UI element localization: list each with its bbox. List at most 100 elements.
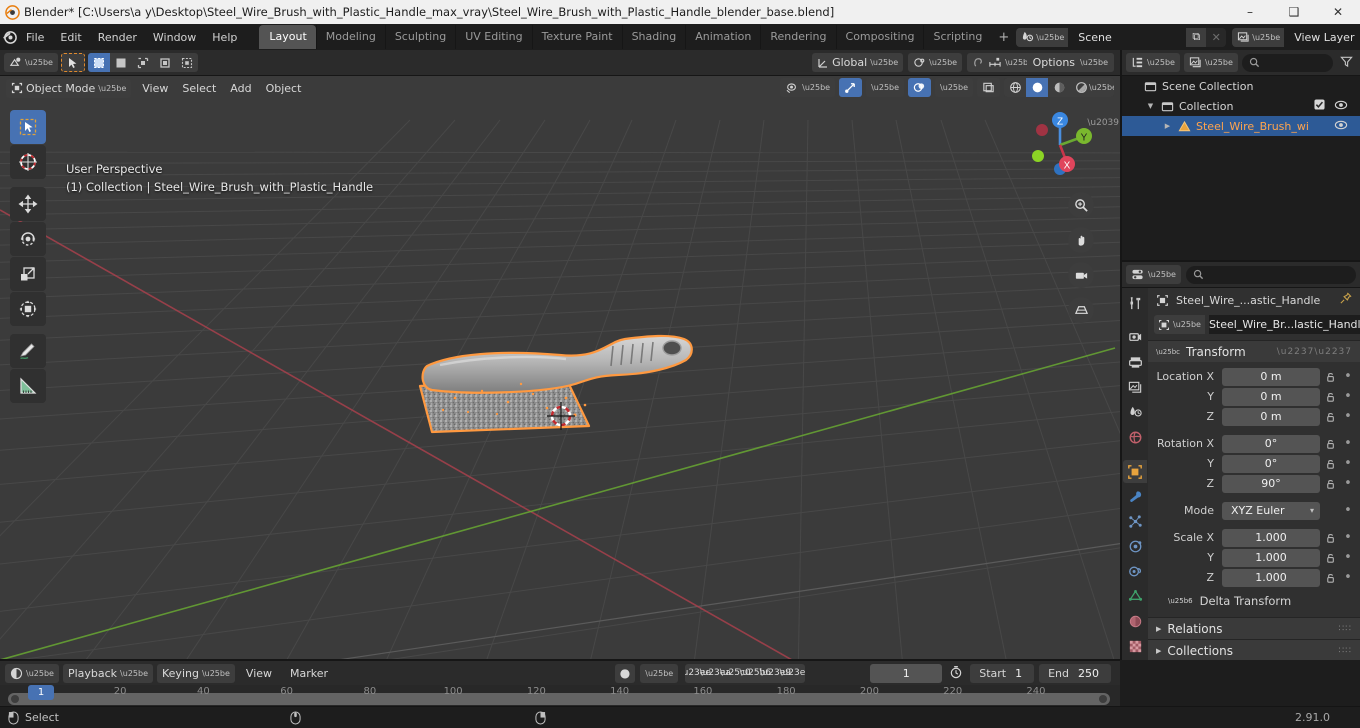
rotation-x-animate-dot[interactable]: •	[1342, 437, 1354, 450]
texture-tab[interactable]	[1123, 635, 1147, 658]
object-mode-selector[interactable]: Object Mode \u25be	[6, 78, 132, 98]
scene-name[interactable]: Scene	[1068, 27, 1187, 47]
select-difference-icon[interactable]	[175, 53, 198, 72]
menu-help[interactable]: Help	[204, 28, 245, 47]
delta-transform-subpanel[interactable]: \u25b6 Delta Transform	[1154, 588, 1354, 610]
3d-viewport[interactable]: \u25be Global \u25be \u25be \u25be Objec…	[0, 50, 1120, 660]
editor-divider-horizontal-left[interactable]	[0, 659, 1120, 661]
workspace-tab-rendering[interactable]: Rendering	[760, 25, 835, 49]
cursor-select-tool-button[interactable]	[60, 53, 85, 72]
properties-search-input[interactable]	[1185, 265, 1356, 284]
outliner-row-2[interactable]: ▶ Steel_Wire_Brush_wi	[1122, 116, 1360, 136]
tweak-select-tool[interactable]	[10, 110, 46, 144]
xray-toggle[interactable]	[977, 78, 1000, 97]
maximize-button[interactable]: ❑	[1272, 0, 1316, 24]
transform-orientation-button[interactable]: Global \u25be	[812, 53, 904, 72]
timeline-editor-type-button[interactable]: \u25be	[5, 663, 59, 683]
panel-drag-handle[interactable]: ∷∷	[1339, 646, 1352, 656]
blender-logo-icon[interactable]	[2, 29, 18, 45]
rotation-x-field[interactable]: 0°	[1222, 434, 1320, 453]
material-preview-icon[interactable]	[1048, 78, 1070, 97]
shading-dropdown[interactable]: \u25be	[1089, 78, 1114, 97]
gizmo-toggle[interactable]	[839, 78, 863, 97]
location-z-lock-icon[interactable]	[1324, 411, 1338, 423]
wireframe-shading-icon[interactable]	[1004, 78, 1026, 97]
transform-panel-expander[interactable]: \u25bc	[1156, 348, 1180, 356]
menu-window[interactable]: Window	[145, 28, 204, 47]
timeline-view-menu[interactable]: View	[239, 665, 279, 682]
object-id-icon[interactable]: \u25be	[1154, 315, 1205, 334]
overlays-toggle[interactable]	[908, 78, 932, 97]
rotation-z-field[interactable]: 90°	[1222, 474, 1320, 493]
scale-z-lock-icon[interactable]	[1324, 572, 1338, 584]
rotation-mode-animate-dot[interactable]: •	[1342, 504, 1354, 517]
playback-menu[interactable]: Playback \u25be	[62, 663, 153, 683]
workspace-tab-uv-editing[interactable]: UV Editing	[455, 25, 531, 49]
outliner-checkbox[interactable]	[1314, 99, 1325, 113]
workspace-tab-shading[interactable]: Shading	[621, 25, 686, 49]
workspace-tab-compositing[interactable]: Compositing	[835, 25, 924, 49]
timeline-ruler[interactable]: 20 40 60 80 100 120 140 160 180 200 220 240 1	[0, 685, 1120, 706]
scale-tool[interactable]	[10, 257, 46, 291]
scale-x-field[interactable]: 1.000	[1222, 528, 1320, 547]
editor-divider-horizontal-right[interactable]	[1122, 260, 1360, 262]
new-scene-button[interactable]: ⧉	[1186, 27, 1207, 47]
scale-y-field[interactable]: 1.000	[1222, 548, 1320, 567]
select-mode-group[interactable]	[87, 53, 198, 72]
object-name-field[interactable]: Steel_Wire_Br...lastic_Handle	[1208, 315, 1360, 334]
object-tab[interactable]	[1123, 460, 1147, 483]
location-x-lock-icon[interactable]	[1324, 371, 1338, 383]
rotation-y-animate-dot[interactable]: •	[1342, 457, 1354, 470]
menu-file[interactable]: File	[18, 28, 52, 47]
location-y-field[interactable]: 0 m	[1222, 387, 1320, 406]
location-x-animate-dot[interactable]: •	[1342, 370, 1354, 383]
unlink-scene-button[interactable]: ✕	[1206, 27, 1227, 47]
constraints-tab[interactable]	[1123, 560, 1147, 583]
timeline-playhead[interactable]: 1	[28, 685, 54, 700]
outliner-expander-1[interactable]: ▼	[1145, 102, 1156, 110]
viewport-menu-add[interactable]: Add	[223, 80, 258, 97]
panel-drag-handle[interactable]: \u2237\u2237	[1277, 347, 1352, 357]
view-layer-icon[interactable]: \u25be	[1232, 27, 1285, 47]
outliner-editor-type-button[interactable]: \u25be	[1126, 53, 1180, 72]
shading-mode-group[interactable]: \u25be	[1004, 78, 1114, 97]
use-preview-range-icon[interactable]	[947, 665, 965, 682]
rotation-z-lock-icon[interactable]	[1324, 478, 1338, 490]
scale-x-lock-icon[interactable]	[1324, 532, 1338, 544]
keying-menu[interactable]: Keying \u25be	[157, 663, 235, 683]
outliner-search-input[interactable]	[1241, 53, 1333, 72]
tool-tab[interactable]	[1123, 292, 1147, 315]
solid-shading-icon[interactable]	[1026, 78, 1048, 97]
transform-tool[interactable]	[10, 292, 46, 326]
outliner-eye-icon[interactable]	[1334, 119, 1348, 134]
viewport-menu-view[interactable]: View	[135, 80, 175, 97]
workspace-tab-modeling[interactable]: Modeling	[315, 25, 385, 49]
select-circle-icon[interactable]	[109, 53, 132, 72]
modifier-tab[interactable]	[1123, 485, 1147, 508]
auto-keying-dropdown[interactable]: \u25be	[640, 663, 679, 683]
workspace-tab-layout[interactable]: Layout	[259, 25, 316, 49]
render-tab[interactable]	[1123, 326, 1147, 349]
rotation-y-field[interactable]: 0°	[1222, 454, 1320, 473]
jump-to-end-button[interactable]: \u23ed	[780, 664, 806, 683]
wire-brush-model[interactable]	[0, 50, 1120, 660]
add-workspace-button[interactable]: +	[991, 27, 1016, 48]
view-layer-name[interactable]: View Layer	[1284, 27, 1360, 47]
output-tab[interactable]	[1123, 351, 1147, 374]
close-button[interactable]: ✕	[1316, 0, 1360, 24]
location-x-field[interactable]: 0 m	[1222, 367, 1320, 386]
minimize-button[interactable]: –	[1228, 0, 1272, 24]
panel-drag-handle[interactable]: ∷∷	[1339, 624, 1352, 634]
view-layer-tab[interactable]	[1123, 376, 1147, 399]
sidebar-toggle-arrow[interactable]: \u2039	[1087, 118, 1119, 128]
outliner-expander-2[interactable]: ▶	[1162, 122, 1173, 130]
physics-tab[interactable]	[1123, 535, 1147, 558]
panel-expander[interactable]: ▶	[1156, 647, 1161, 655]
gizmo-dropdown[interactable]: \u25be	[866, 78, 905, 97]
select-extend-icon[interactable]	[153, 53, 176, 72]
object-data-tab[interactable]	[1123, 585, 1147, 608]
rotate-tool[interactable]	[10, 222, 46, 256]
location-y-lock-icon[interactable]	[1324, 391, 1338, 403]
navigation-gizmo[interactable]: Z Y X	[1020, 105, 1100, 185]
outliner-row-0[interactable]: Scene Collection	[1122, 76, 1360, 96]
